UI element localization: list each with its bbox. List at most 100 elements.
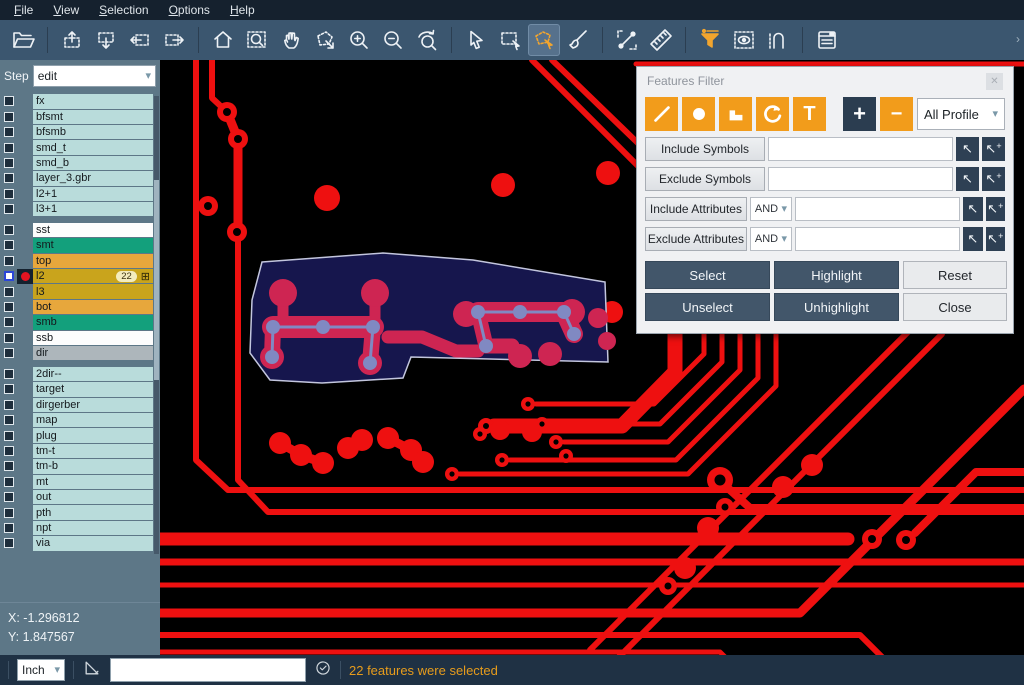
pick-symbol-button[interactable]: ↖	[956, 137, 979, 161]
layer-row[interactable]: via	[0, 536, 160, 551]
sync-status-button[interactable]	[314, 659, 332, 682]
layer-name[interactable]: tm-t	[33, 444, 153, 458]
layer-row[interactable]: plug	[0, 428, 160, 443]
layer-row[interactable]: smd_t	[0, 140, 160, 155]
exclude-attributes-button[interactable]: Exclude Attributes	[645, 227, 747, 251]
layer-checkbox[interactable]	[4, 96, 14, 106]
panel-list-button[interactable]	[811, 24, 843, 56]
units-dropdown[interactable]: Inch ▾	[17, 659, 65, 681]
exclude-symbols-input[interactable]	[768, 167, 953, 191]
pick-symbol-button[interactable]: ↖	[956, 167, 979, 191]
include-attributes-button[interactable]: Include Attributes	[645, 197, 747, 221]
layer-name[interactable]: dir	[33, 346, 153, 360]
step-dropdown[interactable]: edit ▾	[33, 65, 156, 87]
menu-file[interactable]: File	[4, 1, 43, 19]
layer-name[interactable]: plug	[33, 428, 153, 442]
layer-list-scrollbar-thumb[interactable]	[154, 180, 159, 380]
layer-name[interactable]: sst	[33, 223, 153, 237]
layer-name[interactable]: target	[33, 382, 153, 396]
layer-name[interactable]: fx	[33, 94, 153, 108]
snap-angle-button[interactable]	[82, 658, 102, 683]
profile-dropdown[interactable]: All Profile ▾	[917, 98, 1005, 130]
reset-button[interactable]: Reset	[903, 261, 1007, 289]
layer-checkbox[interactable]	[4, 446, 14, 456]
layer-row[interactable]: sst	[0, 223, 160, 238]
select-tool-button[interactable]	[460, 24, 492, 56]
layer-row[interactable]: tm-t	[0, 444, 160, 459]
ruler-button[interactable]	[645, 24, 677, 56]
pcb-canvas-area[interactable]: Features Filter ✕ T + − All Profile ▾	[160, 60, 1024, 655]
command-input[interactable]	[110, 658, 306, 682]
zoom-out-button[interactable]	[377, 24, 409, 56]
layer-name[interactable]: bfsmb	[33, 125, 153, 139]
table-icon[interactable]: ⊞	[141, 270, 150, 283]
pick-add-symbol-button[interactable]: ↖+	[982, 137, 1005, 161]
layer-name[interactable]: smb	[33, 315, 153, 329]
zoom-area-button[interactable]	[241, 24, 273, 56]
layer-checkbox[interactable]	[4, 492, 14, 502]
layer-name[interactable]: bot	[33, 300, 153, 314]
layer-row[interactable]: target	[0, 382, 160, 397]
layer-name[interactable]: 2dir--	[33, 367, 153, 381]
layer-row[interactable]: dir	[0, 346, 160, 361]
layer-row[interactable]: npt	[0, 521, 160, 536]
layer-checkbox[interactable]	[4, 256, 14, 266]
layer-row[interactable]: smd_b	[0, 156, 160, 171]
pick-add-attribute-button[interactable]: ↖+	[986, 197, 1005, 221]
layer-checkbox[interactable]	[4, 112, 14, 122]
toolbar-overflow-chevron[interactable]: ›	[1016, 32, 1020, 46]
pick-add-symbol-button[interactable]: ↖+	[982, 167, 1005, 191]
highlight-button[interactable]: Highlight	[774, 261, 899, 289]
layer-checkbox[interactable]	[4, 302, 14, 312]
layer-row[interactable]: layer_3.gbr	[0, 171, 160, 186]
filter-line-button[interactable]	[645, 97, 678, 131]
layer-checkbox[interactable]	[4, 225, 14, 235]
select-button[interactable]: Select	[645, 261, 770, 289]
layer-row[interactable]: bfsmb	[0, 125, 160, 140]
layer-name[interactable]: npt	[33, 521, 153, 535]
layer-checkbox[interactable]	[4, 173, 14, 183]
unselect-button[interactable]: Unselect	[645, 293, 770, 321]
layer-checkbox[interactable]	[4, 477, 14, 487]
pan-hand-button[interactable]	[275, 24, 307, 56]
layer-checkbox[interactable]	[4, 461, 14, 471]
zoom-previous-button[interactable]	[411, 24, 443, 56]
layer-checkbox[interactable]	[4, 523, 14, 533]
layer-row[interactable]: tm-b	[0, 459, 160, 474]
layer-name[interactable]: smd_b	[33, 156, 153, 170]
layer-row[interactable]: bfsmt	[0, 109, 160, 124]
layer-name[interactable]: via	[33, 536, 153, 550]
polygon-select-button[interactable]	[528, 24, 560, 56]
layer-checkbox[interactable]	[4, 431, 14, 441]
layer-checkbox[interactable]	[4, 333, 14, 343]
filter-surface-button[interactable]	[719, 97, 752, 131]
layer-name[interactable]: ssb	[33, 331, 153, 345]
pan-up-button[interactable]	[56, 24, 88, 56]
layer-checkbox[interactable]	[4, 384, 14, 394]
layer-name[interactable]: mt	[33, 475, 153, 489]
layer-row[interactable]: out	[0, 490, 160, 505]
measure-button[interactable]	[611, 24, 643, 56]
layer-row[interactable]: l3	[0, 284, 160, 299]
layer-name[interactable]: tm-b	[33, 459, 153, 473]
layer-name[interactable]: smt	[33, 238, 153, 252]
layer-checkbox-checked[interactable]	[4, 271, 14, 281]
layer-row[interactable]: dirgerber	[0, 397, 160, 412]
filter-pad-button[interactable]	[682, 97, 715, 131]
layer-name[interactable]: layer_3.gbr	[33, 171, 153, 185]
pick-add-attribute-button[interactable]: ↖+	[986, 227, 1005, 251]
layer-row[interactable]: l3+1	[0, 202, 160, 217]
layer-row-selected[interactable]: l222⊞	[0, 269, 160, 284]
layer-checkbox[interactable]	[4, 158, 14, 168]
features-filter-button[interactable]	[694, 24, 726, 56]
layer-checkbox[interactable]	[4, 369, 14, 379]
layer-name[interactable]: pth	[33, 505, 153, 519]
filter-positive-button[interactable]: +	[843, 97, 876, 131]
zoom-in-button[interactable]	[343, 24, 375, 56]
layer-name[interactable]: map	[33, 413, 153, 427]
menu-help[interactable]: Help	[220, 1, 265, 19]
layer-checkbox[interactable]	[4, 508, 14, 518]
include-attributes-input[interactable]	[795, 197, 960, 221]
layer-row[interactable]: 2dir--	[0, 367, 160, 382]
pan-right-button[interactable]	[158, 24, 190, 56]
